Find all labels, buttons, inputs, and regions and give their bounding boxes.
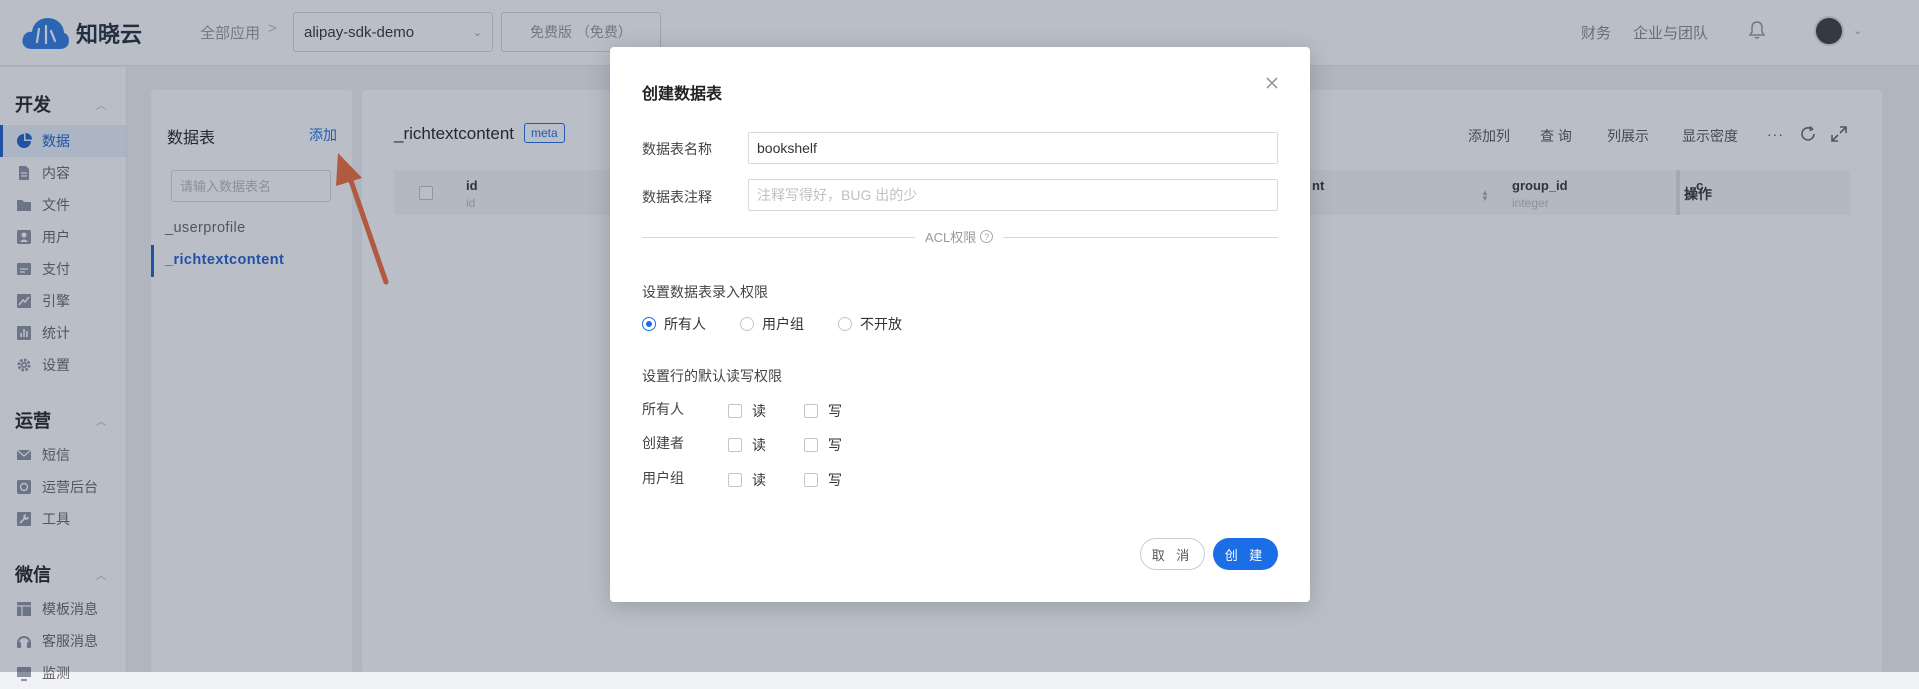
create-table-dialog: 创建数据表 数据表名称 数据表注释 ACL权限 ? 设置数据表录入权限 所有人 …	[610, 47, 1310, 602]
read-checkbox[interactable]: 读	[728, 401, 766, 421]
entry-permission-radio-group: 所有人 用户组 不开放	[642, 314, 936, 334]
table-comment-label: 数据表注释	[642, 189, 712, 205]
radio-closed[interactable]: 不开放	[838, 314, 902, 334]
radio-user-group[interactable]: 用户组	[740, 314, 804, 334]
permission-row-everyone: 所有人 读 写	[642, 401, 842, 421]
permission-row-user-group: 用户组 读 写	[642, 470, 842, 490]
read-checkbox[interactable]: 读	[728, 435, 766, 455]
permission-row-creator: 创建者 读 写	[642, 435, 842, 455]
entry-permission-title: 设置数据表录入权限	[642, 284, 768, 300]
table-name-label: 数据表名称	[642, 141, 712, 157]
acl-section-label: ACL权限 ?	[915, 227, 1004, 246]
radio-checked-icon	[642, 317, 656, 331]
table-name-input[interactable]	[748, 132, 1278, 164]
table-comment-input[interactable]	[748, 179, 1278, 211]
read-checkbox[interactable]: 读	[728, 470, 766, 490]
write-checkbox[interactable]: 写	[804, 435, 842, 455]
radio-unchecked-icon	[838, 317, 852, 331]
write-checkbox[interactable]: 写	[804, 470, 842, 490]
cancel-button[interactable]: 取 消	[1140, 538, 1205, 570]
dialog-title: 创建数据表	[642, 86, 723, 103]
create-button[interactable]: 创 建	[1213, 538, 1278, 570]
radio-unchecked-icon	[740, 317, 754, 331]
write-checkbox[interactable]: 写	[804, 401, 842, 421]
close-icon[interactable]	[1262, 73, 1282, 93]
radio-everyone[interactable]: 所有人	[642, 314, 706, 334]
row-permission-title: 设置行的默认读写权限	[642, 368, 782, 384]
help-icon[interactable]: ?	[980, 230, 994, 243]
